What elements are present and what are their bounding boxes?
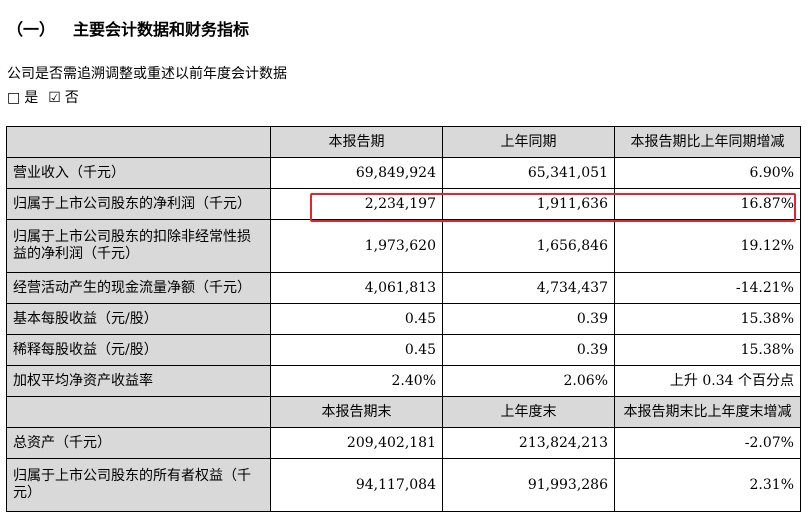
row-label: 基本每股收益（元/股）	[6, 303, 271, 335]
section-number: （一）	[7, 20, 56, 39]
table-row: 总资产（千元） 209,402,181 213,824,213 -2.07%	[6, 427, 801, 459]
table-row: 基本每股收益（元/股） 0.45 0.39 15.38%	[6, 303, 801, 335]
current-period-value: 0.45	[270, 303, 443, 335]
yes-checkbox-icon: □	[7, 90, 21, 106]
prior-year-end-value: 91,993,286	[442, 458, 615, 512]
period-end-value: 94,117,084	[270, 458, 443, 512]
header-blank-cell	[6, 126, 271, 158]
table-row: 稀释每股收益（元/股） 0.45 0.39 15.38%	[6, 334, 801, 366]
prior-period-value: 0.39	[442, 303, 615, 335]
change-value: 上升 0.34 个百分点	[614, 365, 801, 397]
change-value: 15.38%	[614, 303, 801, 335]
current-period-value: 2.40%	[270, 365, 443, 397]
current-period-value: 69,849,924	[270, 157, 443, 189]
prior-period-value: 1,656,846	[442, 219, 615, 273]
restate-question: 公司是否需追溯调整或重述以前年度会计数据	[7, 66, 287, 82]
table-row: 营业收入（千元） 69,849,924 65,341,051 6.90%	[6, 157, 801, 189]
table-row: 经营活动产生的现金流量净额（千元） 4,061,813 4,734,437 -1…	[6, 272, 801, 304]
table-header-row: 本报告期 上年同期 本报告期比上年同期增减	[6, 126, 801, 158]
table-header-row: 本报告期末 上年度末 本报告期末比上年度末增减	[6, 396, 801, 428]
period-end-value: 209,402,181	[270, 427, 443, 459]
column-header: 上年同期	[442, 126, 615, 158]
change-value: 15.38%	[614, 334, 801, 366]
row-label: 稀释每股收益（元/股）	[6, 334, 271, 366]
column-header: 上年度末	[442, 396, 615, 428]
column-header: 本报告期末	[270, 396, 443, 428]
row-label: 经营活动产生的现金流量净额（千元）	[6, 272, 271, 304]
header-blank-cell	[6, 396, 271, 428]
row-label: 归属于上市公司股东的所有者权益（千元）	[6, 458, 271, 512]
column-header: 本报告期末比上年度末增减	[614, 396, 801, 428]
column-header: 本报告期	[270, 126, 443, 158]
change-value: -2.07%	[614, 427, 801, 459]
table-row: 加权平均净资产收益率 2.40% 2.06% 上升 0.34 个百分点	[6, 365, 801, 397]
row-label: 归属于上市公司股东的净利润（千元）	[6, 188, 271, 220]
financial-indicators-table: 本报告期 上年同期 本报告期比上年同期增减 营业收入（千元） 69,849,92…	[6, 126, 801, 512]
no-label: 否	[64, 90, 79, 106]
section-heading: （一） 主要会计数据和财务指标	[7, 16, 249, 40]
row-label: 归属于上市公司股东的扣除非经常性损益的净利润（千元）	[6, 219, 271, 273]
restate-choices: □ 是 ☑ 否	[7, 87, 83, 107]
row-label: 加权平均净资产收益率	[6, 365, 271, 397]
yes-label: 是	[24, 90, 39, 106]
change-value: 6.90%	[614, 157, 801, 189]
prior-period-value: 4,734,437	[442, 272, 615, 304]
highlight-box	[310, 193, 796, 222]
table-row: 归属于上市公司股东的所有者权益（千元） 94,117,084 91,993,28…	[6, 458, 801, 512]
change-value: 2.31%	[614, 458, 801, 512]
column-header: 本报告期比上年同期增减	[614, 126, 801, 158]
prior-year-end-value: 213,824,213	[442, 427, 615, 459]
current-period-value: 0.45	[270, 334, 443, 366]
change-value: 19.12%	[614, 219, 801, 273]
section-title: 主要会计数据和财务指标	[73, 20, 250, 39]
row-label: 营业收入（千元）	[6, 157, 271, 189]
current-period-value: 1,973,620	[270, 219, 443, 273]
prior-period-value: 65,341,051	[442, 157, 615, 189]
current-period-value: 4,061,813	[270, 272, 443, 304]
prior-period-value: 2.06%	[442, 365, 615, 397]
row-label: 总资产（千元）	[6, 427, 271, 459]
change-value: -14.21%	[614, 272, 801, 304]
table-row: 归属于上市公司股东的扣除非经常性损益的净利润（千元） 1,973,620 1,6…	[6, 219, 801, 273]
no-checked-checkbox-icon: ☑	[48, 90, 61, 106]
prior-period-value: 0.39	[442, 334, 615, 366]
